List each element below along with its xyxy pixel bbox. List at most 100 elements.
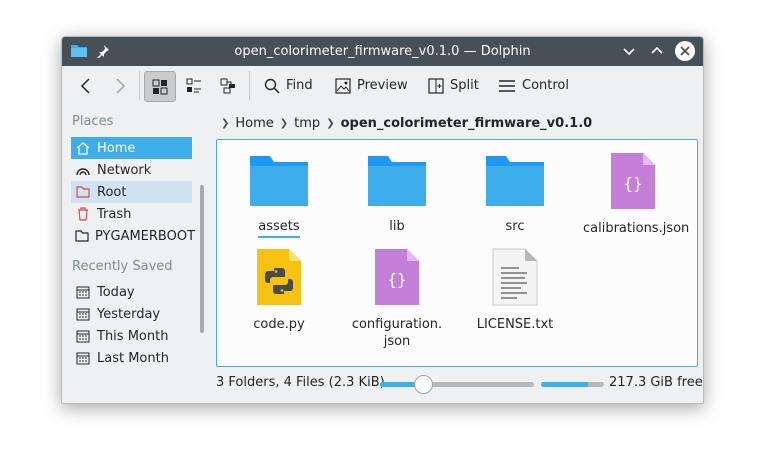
arrow-right-icon: [116, 77, 126, 94]
details-view-button[interactable]: [214, 71, 242, 100]
hamburger-menu-icon: [499, 79, 515, 92]
text-file-icon: [492, 248, 538, 306]
sidebar-item-label: This Month: [97, 328, 169, 344]
sidebar-item-label: Root: [97, 184, 127, 200]
arrow-left-icon: [80, 77, 90, 94]
file-name: calibrations.json: [583, 221, 690, 236]
compact-view-button[interactable]: [180, 71, 208, 100]
trash-icon: [75, 206, 91, 222]
disk-usage-fill: [541, 382, 589, 387]
sidebar-item-network[interactable]: Network: [71, 159, 192, 181]
file-name: LICENSE.txt: [476, 317, 554, 332]
control-label: Control: [522, 78, 569, 93]
chevron-right-icon: ❯: [279, 117, 289, 129]
file-name: code.py: [253, 317, 305, 332]
file-item-src[interactable]: src: [465, 154, 565, 235]
python-file-icon: [257, 249, 301, 305]
home-icon: [75, 140, 91, 156]
file-item-assets[interactable]: assets: [229, 154, 329, 238]
file-item-lib[interactable]: lib: [347, 154, 447, 235]
file-item-calibrations-json[interactable]: {} calibrations.json: [583, 152, 690, 237]
zoom-slider[interactable]: [380, 375, 534, 394]
forward-button[interactable]: [110, 71, 130, 100]
calendar-icon: [75, 284, 91, 300]
svg-text:{}: {}: [623, 174, 642, 193]
toolbar-separator: [249, 71, 250, 100]
sidebar-item-label: Yesterday: [97, 306, 161, 322]
dolphin-window: open_colorimeter_firmware_v0.1.0 — Dolph…: [61, 36, 704, 404]
image-icon: [335, 77, 351, 94]
places-panel: Places Home Network Root Trash PYGAMERBO…: [62, 105, 204, 403]
split-view-icon: [428, 77, 444, 94]
split-label: Split: [450, 78, 479, 93]
close-icon: [680, 46, 690, 56]
network-icon: [75, 162, 91, 178]
back-button[interactable]: [76, 71, 96, 100]
file-item-code-py[interactable]: code.py: [229, 248, 329, 333]
find-label: Find: [286, 78, 313, 93]
root-folder-icon: [75, 184, 91, 200]
control-button[interactable]: Control: [498, 71, 569, 100]
sidebar-item-label: Last Month: [97, 350, 169, 366]
split-button[interactable]: Split: [428, 71, 479, 100]
json-file-icon: {}: [611, 153, 655, 209]
sidebar-item-pygamerboot[interactable]: PYGAMERBOOT: [71, 225, 196, 247]
drive-icon: [75, 228, 89, 244]
find-button[interactable]: Find: [264, 71, 313, 100]
file-name-line-2: json: [383, 334, 411, 349]
breadcrumb-item-current[interactable]: open_colorimeter_firmware_v0.1.0: [341, 116, 593, 131]
breadcrumb-item-home[interactable]: Home: [235, 116, 273, 131]
sidebar-item-this-month[interactable]: This Month: [71, 325, 192, 347]
sidebar-item-last-month[interactable]: Last Month: [71, 347, 192, 369]
file-view[interactable]: assets lib src {} calibrations.json code…: [216, 139, 698, 367]
sidebar-vertical-scrollbar[interactable]: [200, 185, 204, 333]
file-name: src: [505, 219, 525, 234]
free-space-label: 217.3 GiB free: [609, 375, 703, 390]
toolbar: Find Preview Split Control: [62, 66, 703, 105]
icons-view-button[interactable]: [144, 71, 176, 102]
json-file-icon: {}: [375, 249, 419, 305]
svg-text:{}: {}: [387, 270, 406, 289]
recently-saved-heading: Recently Saved: [72, 259, 173, 274]
minimize-button[interactable]: [619, 41, 639, 61]
sidebar-item-root[interactable]: Root: [71, 181, 192, 203]
title-bar[interactable]: open_colorimeter_firmware_v0.1.0 — Dolph…: [62, 37, 703, 66]
details-view-icon: [220, 78, 235, 93]
sidebar-item-label: PYGAMERBOOT: [95, 228, 196, 244]
chevron-right-icon: ❯: [221, 117, 230, 129]
chevron-right-icon: ❯: [326, 117, 335, 129]
calendar-icon: [75, 328, 91, 344]
file-item-configuration-json[interactable]: {} configuration. json: [347, 248, 447, 350]
folder-icon: [250, 156, 308, 206]
close-button[interactable]: [675, 41, 695, 61]
sidebar-item-trash[interactable]: Trash: [71, 203, 192, 225]
zoom-slider-handle[interactable]: [413, 375, 433, 394]
compact-view-icon: [186, 78, 201, 92]
folder-icon: [368, 156, 426, 206]
preview-label: Preview: [357, 78, 408, 93]
toolbar-separator: [139, 71, 140, 100]
breadcrumb: ❯ Home ❯ tmp ❯ open_colorimeter_firmware…: [219, 113, 596, 133]
sidebar-item-label: Network: [97, 162, 152, 178]
file-item-license-txt[interactable]: LICENSE.txt: [465, 248, 565, 333]
sidebar-item-yesterday[interactable]: Yesterday: [71, 303, 192, 325]
breadcrumb-item-tmp[interactable]: tmp: [294, 116, 320, 131]
maximize-button[interactable]: [647, 41, 667, 61]
sidebar-item-home[interactable]: Home: [71, 137, 192, 159]
preview-button[interactable]: Preview: [335, 71, 408, 100]
icons-view-icon: [152, 79, 168, 94]
search-icon: [264, 78, 280, 94]
sidebar-item-label: Home: [97, 140, 136, 156]
file-name-line-1: configuration.: [351, 317, 443, 332]
calendar-icon: [75, 350, 91, 366]
status-summary: 3 Folders, 4 Files (2.3 KiB): [216, 375, 385, 390]
calendar-icon: [75, 306, 91, 322]
file-name: lib: [389, 219, 405, 234]
file-name: assets: [258, 218, 300, 238]
sidebar-item-label: Today: [97, 284, 135, 300]
disk-usage-bar: [541, 382, 604, 387]
sidebar-item-today[interactable]: Today: [71, 281, 192, 303]
status-bar: 3 Folders, 4 Files (2.3 KiB) 217.3 GiB f…: [216, 371, 703, 395]
chevron-down-icon: [623, 48, 635, 56]
places-heading: Places: [72, 114, 114, 129]
